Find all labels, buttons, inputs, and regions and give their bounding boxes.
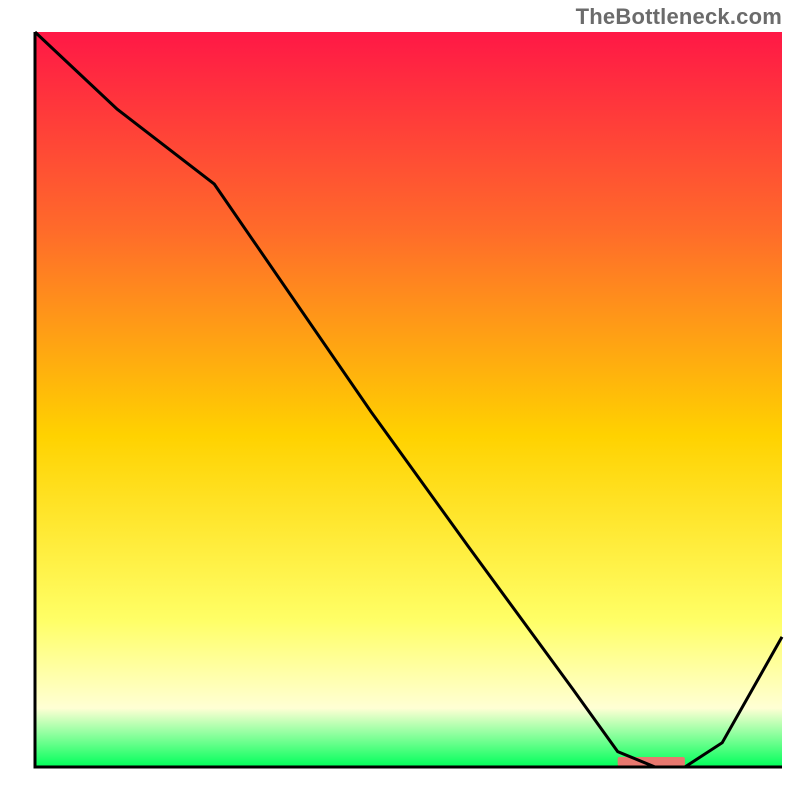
chart-container: TheBottleneck.com	[0, 0, 800, 800]
bottleneck-chart	[0, 0, 800, 800]
plot-background	[35, 32, 782, 767]
